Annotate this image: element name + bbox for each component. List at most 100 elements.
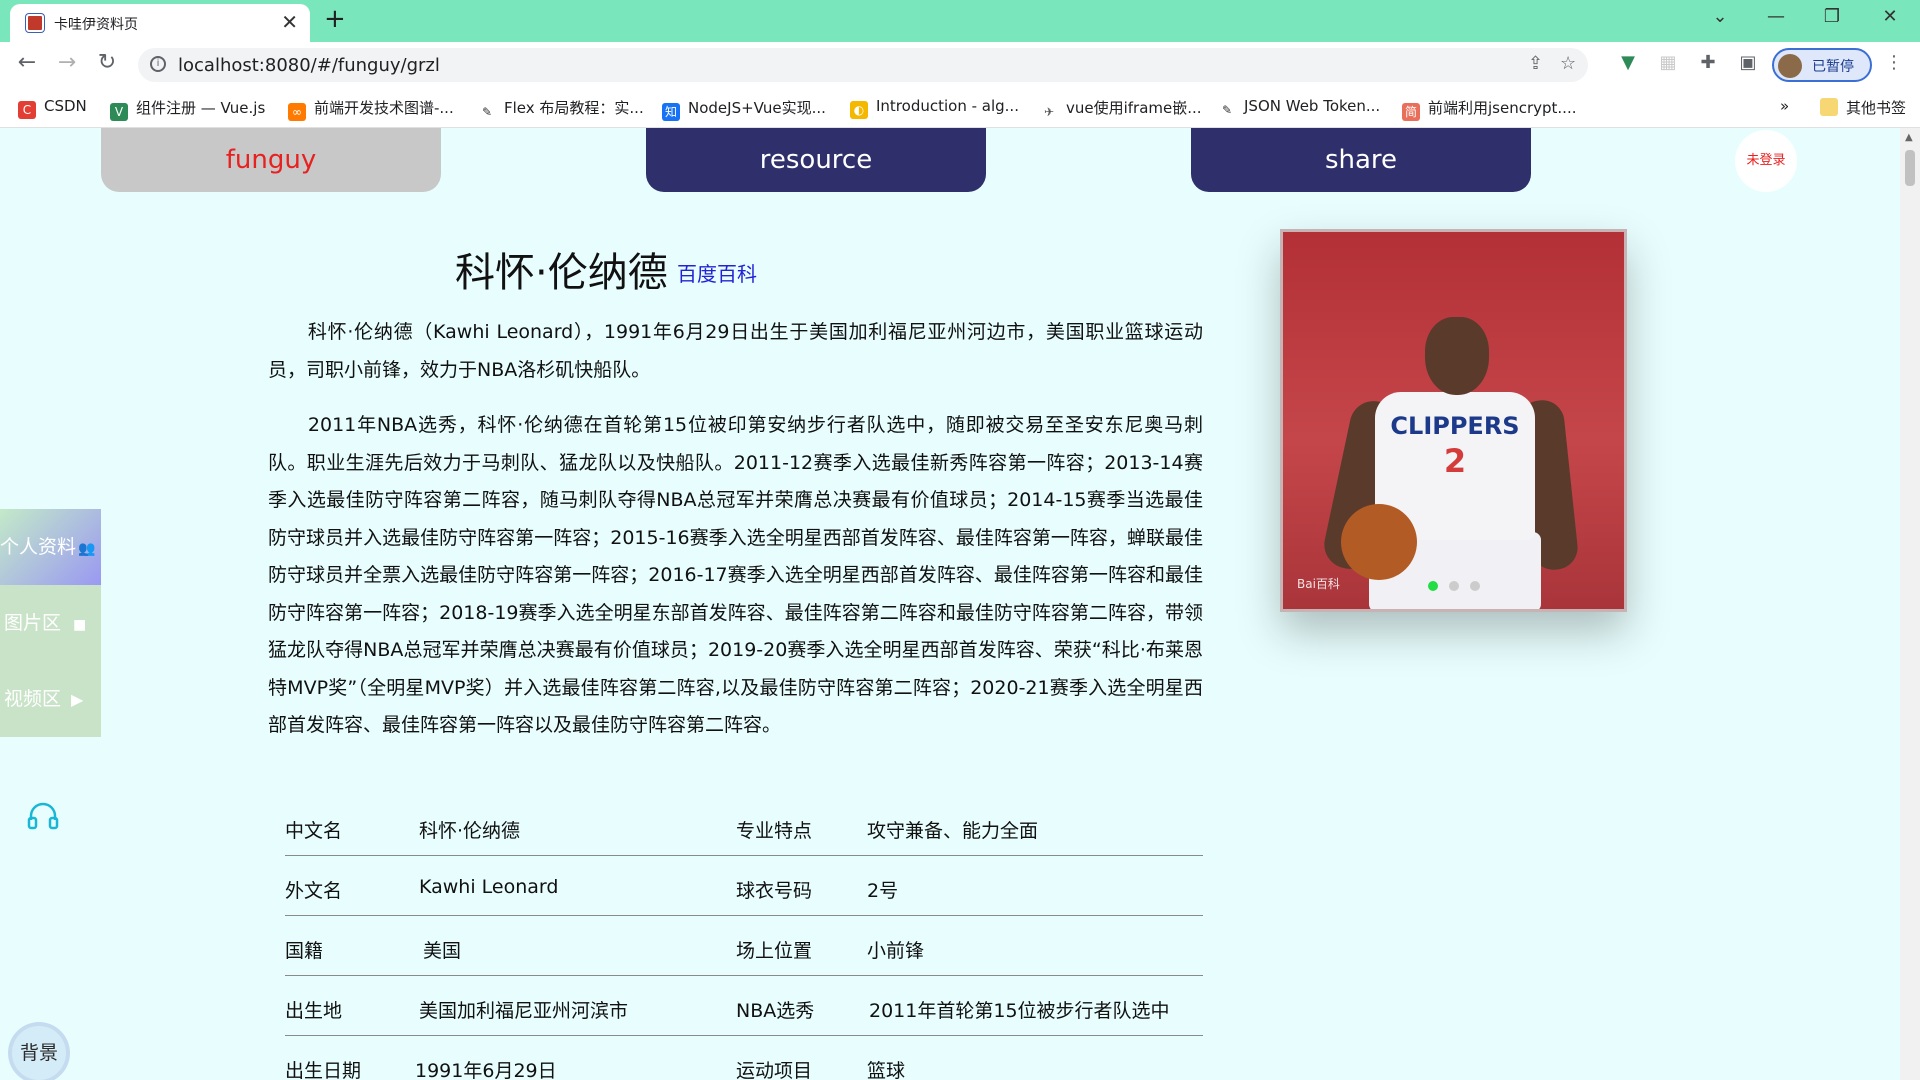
user-icon: 👥	[78, 541, 96, 557]
feather-icon: ✎	[478, 103, 496, 121]
background-button[interactable]: 背景	[12, 1026, 66, 1080]
jersey-number: 2	[1443, 442, 1467, 480]
scroll-thumb[interactable]	[1905, 150, 1915, 186]
site-info-icon[interactable]: i	[150, 56, 166, 72]
more-menu-icon[interactable]: ⋮	[1880, 52, 1908, 73]
avatar	[1778, 54, 1802, 78]
info-value: 美国加利福尼亚州河滨市	[419, 1000, 629, 1022]
vue-icon: V	[110, 103, 128, 121]
extensions-puzzle-icon[interactable]: ✚	[1694, 52, 1722, 73]
bookmark-item[interactable]: 简前端利用jsencrypt....	[1402, 97, 1576, 121]
close-tab-icon[interactable]: ✕	[281, 10, 298, 34]
bookmark-item[interactable]: ✎ Flex 布局教程：实...	[478, 97, 644, 121]
other-bookmarks[interactable]: 其他书签	[1820, 97, 1906, 119]
bookmark-item[interactable]: C CSDN	[18, 97, 87, 119]
intro-paragraph: 科怀·伦纳德（Kawhi Leonard），1991年6月29日出生于美国加利福…	[268, 321, 1203, 381]
info-value: 1991年6月29日	[415, 1060, 557, 1080]
profile-button[interactable]: 已暂停	[1772, 48, 1872, 82]
profile-label: 已暂停	[1812, 59, 1854, 75]
info-value: 2号	[867, 880, 899, 902]
back-arrow-icon[interactable]: ←	[12, 50, 42, 75]
restore-icon[interactable]: ❐	[1812, 6, 1852, 27]
headset-icon[interactable]	[26, 800, 60, 834]
carousel-dot[interactable]	[1449, 581, 1459, 591]
folder-icon	[1820, 98, 1838, 116]
info-key: 国籍	[285, 940, 324, 962]
side-menu: 个人资料 👥 图片区 ■ 视频区 ▶	[0, 509, 101, 737]
side-item-profile[interactable]: 个人资料 👥	[0, 509, 101, 585]
carousel-dot[interactable]	[1470, 581, 1480, 591]
browser-toolbar: ← → ↻ i localhost:8080/#/funguy/grzl ⇪ ☆…	[0, 42, 1920, 88]
new-tab-icon[interactable]: +	[324, 4, 346, 34]
tab-title: 卡哇伊资料页	[54, 17, 138, 33]
tab-search-chevron-icon[interactable]: ⌄	[1700, 6, 1740, 27]
info-key: NBA选秀	[736, 1000, 815, 1022]
info-key: 专业特点	[736, 820, 813, 842]
info-value: 攻守兼备、能力全面	[867, 820, 1039, 842]
info-value: 篮球	[867, 1060, 906, 1080]
csdn-icon: C	[18, 101, 36, 119]
table-row: 外文名 Kawhi Leonard 球衣号码 2号	[285, 856, 1203, 916]
info-key: 场上位置	[736, 940, 813, 962]
table-row: 出生地 美国加利福尼亚州河滨市 NBA选秀 2011年首轮第15位被步行者队选中	[285, 976, 1203, 1036]
photo-carousel[interactable]: CLIPPERS 2 Bai百科	[1280, 229, 1627, 612]
feather-icon: ✎	[1218, 101, 1236, 119]
bookmark-star-icon[interactable]: ☆	[1560, 53, 1576, 74]
nav-share-button[interactable]: share	[1191, 128, 1531, 192]
vue-devtools-icon[interactable]: ▼	[1614, 52, 1642, 73]
table-row: 国籍 美国 场上位置 小前锋	[285, 916, 1203, 976]
more-bookmarks-icon[interactable]: »	[1780, 97, 1789, 119]
share-icon[interactable]: ⇪	[1528, 53, 1543, 74]
reload-icon[interactable]: ↻	[92, 50, 122, 75]
info-value: 美国	[423, 940, 462, 962]
info-value: Kawhi Leonard	[419, 876, 559, 898]
extension-icon[interactable]: ▦	[1654, 52, 1682, 73]
bookmark-item[interactable]: ✎ JSON Web Token...	[1218, 97, 1380, 119]
bird-icon: ✈	[1040, 103, 1058, 121]
algolia-icon: ◐	[850, 101, 868, 119]
jianshu-icon: 简	[1402, 103, 1420, 121]
side-item-pictures[interactable]: 图片区 ■	[0, 585, 101, 661]
basketball-icon	[1341, 504, 1417, 580]
info-key: 出生日期	[285, 1060, 362, 1080]
info-key: 外文名	[285, 880, 343, 902]
info-value: 小前锋	[867, 940, 925, 962]
info-value: 科怀·伦纳德	[419, 820, 521, 842]
page-viewport: funguy resource share 未登录 科怀·伦纳德 百度百科 科怀…	[0, 128, 1900, 1080]
url-text[interactable]: localhost:8080/#/funguy/grzl	[178, 55, 440, 76]
forward-arrow-icon[interactable]: →	[52, 50, 82, 75]
page-favicon-icon	[26, 14, 44, 32]
info-key: 中文名	[285, 820, 343, 842]
info-key: 球衣号码	[736, 880, 813, 902]
bookmark-item[interactable]: ◐ Introduction - alg...	[850, 97, 1019, 119]
info-key: 出生地	[285, 1000, 343, 1022]
login-status-button[interactable]: 未登录	[1735, 130, 1797, 192]
browser-tab-strip: 卡哇伊资料页 ✕ + ⌄ — ❐ ✕	[0, 0, 1920, 42]
info-key: 运动项目	[736, 1060, 813, 1080]
bookmark-item[interactable]: V 组件注册 — Vue.js	[110, 97, 265, 121]
scroll-up-arrow-icon[interactable]: ▲	[1905, 132, 1913, 143]
player-name-heading: 科怀·伦纳德	[455, 250, 668, 296]
baike-link[interactable]: 百度百科	[677, 258, 757, 287]
player-head-shape	[1425, 317, 1489, 395]
browser-tab[interactable]: 卡哇伊资料页 ✕	[10, 4, 310, 42]
bookmark-item[interactable]: 知 NodeJS+Vue实现...	[662, 97, 826, 121]
info-value: 2011年首轮第15位被步行者队选中	[869, 1000, 1170, 1022]
bookmark-item[interactable]: ∞ 前端开发技术图谱-...	[288, 97, 454, 121]
image-icon: ■	[73, 617, 87, 633]
close-window-icon[interactable]: ✕	[1870, 6, 1910, 27]
baike-watermark: Bai百科	[1297, 577, 1340, 591]
address-bar[interactable]: i localhost:8080/#/funguy/grzl ⇪ ☆	[138, 48, 1588, 82]
nav-resource-button[interactable]: resource	[646, 128, 986, 192]
video-play-icon: ▶	[71, 690, 84, 709]
side-panel-icon[interactable]: ▣	[1734, 52, 1762, 73]
career-paragraph: 2011年NBA选秀，科怀·伦纳德在首轮第15位被印第安纳步行者队选中，随即被交…	[268, 414, 1203, 736]
carousel-dot[interactable]	[1428, 581, 1438, 591]
minimize-icon[interactable]: —	[1756, 6, 1796, 27]
nav-funguy-button[interactable]: funguy	[101, 128, 441, 192]
link-icon: ∞	[288, 103, 306, 121]
page-scrollbar[interactable]: ▲	[1900, 128, 1920, 1080]
side-item-videos[interactable]: 视频区 ▶	[0, 661, 101, 737]
bookmarks-bar: C CSDN V 组件注册 — Vue.js ∞ 前端开发技术图谱-... ✎ Flex…	[0, 88, 1920, 128]
bookmark-item[interactable]: ✈ vue使用iframe嵌...	[1040, 97, 1202, 121]
